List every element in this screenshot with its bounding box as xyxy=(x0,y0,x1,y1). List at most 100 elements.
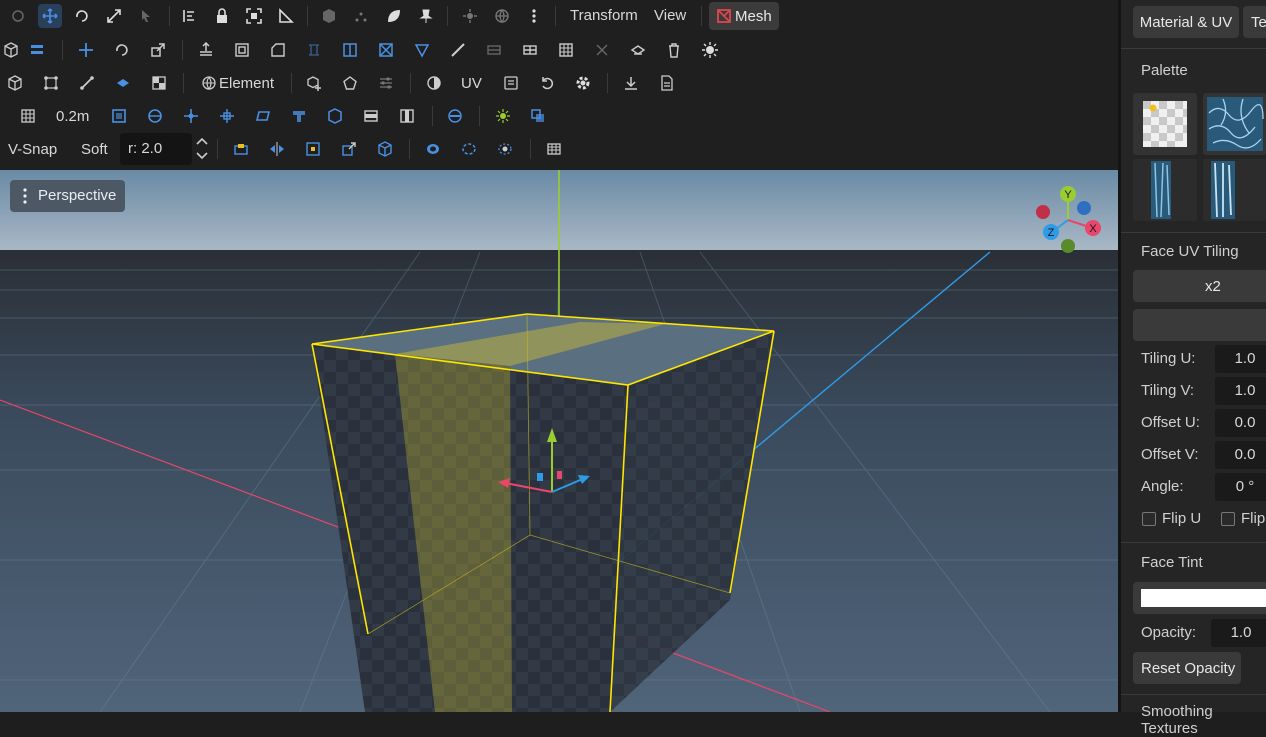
uv-menu[interactable]: UV xyxy=(461,75,482,92)
select-cursor-icon[interactable] xyxy=(135,5,157,27)
flip-v-checkbox[interactable] xyxy=(1221,512,1235,526)
symmetry-icon[interactable] xyxy=(266,138,288,160)
mirror-icon[interactable] xyxy=(230,138,252,160)
globe-icon[interactable] xyxy=(491,5,513,27)
pivot-icon[interactable] xyxy=(302,138,324,160)
snap-sphere-icon[interactable] xyxy=(144,105,166,127)
subdivide-icon[interactable] xyxy=(519,39,541,61)
select-ring-icon[interactable] xyxy=(422,138,444,160)
bridge-icon[interactable] xyxy=(303,39,325,61)
snap-box-icon[interactable] xyxy=(324,105,346,127)
material-sphere-icon[interactable] xyxy=(423,72,445,94)
palette-swatch-waterfall-b[interactable] xyxy=(1203,159,1266,221)
radius-input[interactable]: r: 2.0 xyxy=(120,133,192,165)
snap-vertex-icon[interactable] xyxy=(216,105,238,127)
bevel-icon[interactable] xyxy=(267,39,289,61)
vsnap-toggle[interactable]: V-Snap xyxy=(8,141,57,158)
cube-wire-icon[interactable] xyxy=(0,39,22,61)
leaf-icon[interactable] xyxy=(383,5,405,27)
flip-normals-icon[interactable] xyxy=(627,39,649,61)
snap-grid-icon[interactable] xyxy=(108,105,130,127)
ambient-light-icon[interactable] xyxy=(492,105,514,127)
rotate-small-icon[interactable] xyxy=(111,39,133,61)
settings-sun-icon[interactable] xyxy=(699,39,721,61)
triangulate-icon[interactable] xyxy=(411,39,433,61)
dots-mesh-icon[interactable] xyxy=(350,5,372,27)
tint-color-picker[interactable] xyxy=(1133,582,1266,614)
knife-icon[interactable] xyxy=(447,39,469,61)
orientation-gizmo[interactable]: Y X Z xyxy=(1030,186,1110,266)
object-mode-icon[interactable] xyxy=(4,72,26,94)
dissolve-icon[interactable] xyxy=(591,39,613,61)
texture-mode-icon[interactable] xyxy=(148,72,170,94)
split-icon[interactable] xyxy=(339,39,361,61)
document-icon[interactable] xyxy=(656,72,678,94)
lock-icon[interactable] xyxy=(211,5,233,27)
opacity-input[interactable]: 1.0 xyxy=(1211,619,1266,647)
select-grow-icon[interactable] xyxy=(494,138,516,160)
element-selector[interactable]: Element xyxy=(219,75,274,92)
scale-small-icon[interactable] xyxy=(147,39,169,61)
snap-columns-icon[interactable] xyxy=(396,105,418,127)
reset-uv-icon[interactable] xyxy=(536,72,558,94)
merge-icon[interactable] xyxy=(375,39,397,61)
palette-swatch-checker[interactable] xyxy=(1133,93,1197,155)
snap-move-icon[interactable] xyxy=(180,105,202,127)
tiling-u-input[interactable]: 1.0 xyxy=(1215,345,1266,373)
3d-viewport[interactable]: Y X Z xyxy=(0,170,1118,712)
duplicate-icon[interactable] xyxy=(527,105,549,127)
undo-icon[interactable] xyxy=(7,5,29,27)
radius-stepper-up-icon[interactable] xyxy=(191,134,213,148)
grid-subdivide-icon[interactable] xyxy=(555,39,577,61)
snap-stack-icon[interactable] xyxy=(360,105,382,127)
camera-perspective-button[interactable]: Perspective xyxy=(10,180,125,212)
loop-cut-icon[interactable] xyxy=(483,39,505,61)
extrude-icon[interactable] xyxy=(195,39,217,61)
menu-view[interactable]: View xyxy=(654,7,686,24)
snap-surface-icon[interactable] xyxy=(288,105,310,127)
view-clip-icon[interactable] xyxy=(444,105,466,127)
sun-light-icon[interactable] xyxy=(459,5,481,27)
tiling-v-input[interactable]: 1.0 xyxy=(1215,377,1266,405)
angle-input[interactable]: 0 ° xyxy=(1215,473,1266,501)
pin-icon[interactable] xyxy=(415,5,437,27)
scale-tool-icon[interactable] xyxy=(103,5,125,27)
rotate-tool-icon[interactable] xyxy=(71,5,93,27)
layers-active-icon[interactable] xyxy=(26,39,48,61)
offset-u-input[interactable]: 0.0 xyxy=(1215,409,1266,437)
polygon-icon[interactable] xyxy=(339,72,361,94)
local-space-icon[interactable] xyxy=(338,138,360,160)
inset-icon[interactable] xyxy=(231,39,253,61)
offset-v-input[interactable]: 0.0 xyxy=(1215,441,1266,469)
table-icon[interactable] xyxy=(543,138,565,160)
delete-icon[interactable] xyxy=(663,39,685,61)
palette-swatch-waterfall-a[interactable] xyxy=(1133,159,1197,221)
grid-size-value[interactable]: 0.2m xyxy=(56,108,89,125)
x2-tiling-button[interactable]: x2 xyxy=(1133,270,1266,302)
snap-plane-icon[interactable] xyxy=(252,105,274,127)
world-space-icon[interactable] xyxy=(374,138,396,160)
add-primitive-icon[interactable] xyxy=(303,72,325,94)
move-axis-icon[interactable] xyxy=(75,39,97,61)
align-icon[interactable] xyxy=(178,5,200,27)
palette-swatch-water[interactable] xyxy=(1203,93,1266,155)
reset-opacity-button[interactable]: Reset Opacity xyxy=(1133,652,1241,684)
more-menu-icon[interactable] xyxy=(523,5,545,27)
menu-transform[interactable]: Transform xyxy=(570,7,638,24)
frame-icon[interactable] xyxy=(243,5,265,27)
move-tool-icon[interactable] xyxy=(39,5,61,27)
tab-texture[interactable]: Te xyxy=(1243,6,1266,38)
vertex-mode-icon[interactable] xyxy=(40,72,62,94)
edge-mode-icon[interactable] xyxy=(76,72,98,94)
cube-shaded-icon[interactable] xyxy=(318,5,340,27)
radius-stepper-down-icon[interactable] xyxy=(191,149,213,163)
grid-icon[interactable] xyxy=(17,105,39,127)
select-loop-icon[interactable] xyxy=(458,138,480,160)
face-mode-icon[interactable] xyxy=(112,72,134,94)
soft-toggle[interactable]: Soft xyxy=(81,141,108,158)
tiling-secondary-button[interactable] xyxy=(1133,309,1266,341)
download-icon[interactable] xyxy=(620,72,642,94)
sliders-icon[interactable] xyxy=(375,72,397,94)
flip-u-checkbox[interactable] xyxy=(1142,512,1156,526)
mesh-mode-button[interactable]: Mesh xyxy=(709,2,779,30)
